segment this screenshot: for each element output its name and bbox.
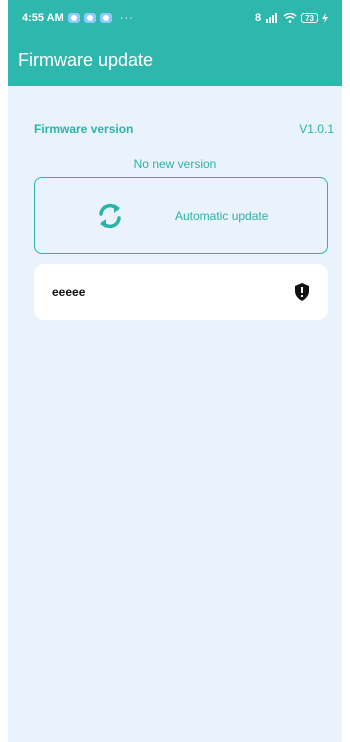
sync-icon <box>99 203 121 228</box>
bluetooth-icon: 8 <box>254 12 262 24</box>
automatic-update-label: Automatic update <box>175 208 269 223</box>
firmware-version-row: Firmware version V1.0.1 <box>34 122 334 136</box>
notification-icon <box>67 13 80 23</box>
page-title: Firmware update <box>18 50 154 70</box>
device-name: eeeee <box>52 285 86 299</box>
wifi-icon <box>283 13 297 23</box>
firmware-version-value: V1.0.1 <box>299 122 334 136</box>
update-status-text: No new version <box>133 157 217 171</box>
notification-icon <box>83 13 96 23</box>
content-area: Firmware version V1.0.1 No new version A… <box>8 86 342 742</box>
more-notifications-icon: ··· <box>119 12 134 24</box>
screen: 4:55 AM ··· 8 73 Firmware update Firmwar… <box>0 0 350 742</box>
charging-icon <box>322 13 328 23</box>
status-time: 4:55 AM <box>22 12 64 24</box>
shield-alert-icon <box>295 283 309 301</box>
status-right: 8 73 <box>255 12 328 24</box>
status-bar: 4:55 AM ··· 8 73 <box>8 0 342 36</box>
battery-icon: 73 <box>301 13 318 23</box>
signal-icon <box>266 13 278 23</box>
firmware-version-label: Firmware version <box>34 122 134 136</box>
device-item[interactable]: eeeee <box>34 264 328 320</box>
automatic-update-button[interactable]: Automatic update <box>34 177 328 254</box>
app-header: 4:55 AM ··· 8 73 Firmware update <box>8 0 342 86</box>
notification-icon <box>99 13 112 23</box>
